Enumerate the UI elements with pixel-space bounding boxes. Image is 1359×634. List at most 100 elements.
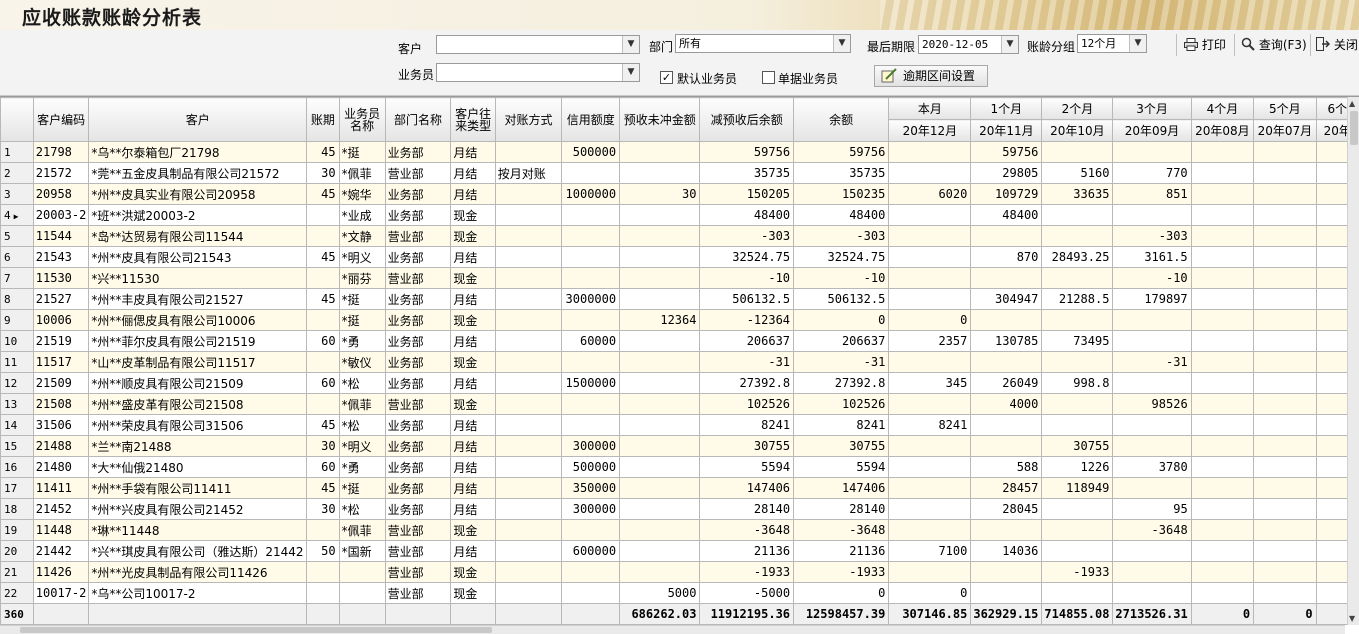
customer-cell[interactable]: *州**盛皮革有限公司21508 — [88, 393, 308, 415]
period-cell[interactable] — [1041, 267, 1114, 289]
period-cell[interactable] — [1190, 309, 1255, 331]
horizontal-scrollbar[interactable] — [0, 625, 1345, 634]
period-cell[interactable] — [1190, 582, 1255, 604]
customer-cell[interactable]: *莞**五金皮具制品有限公司21572 — [88, 162, 308, 184]
period-cell[interactable] — [1190, 204, 1255, 226]
balance-cell[interactable]: 506132.5 — [793, 288, 890, 310]
department-cell[interactable]: 业务部 — [384, 456, 452, 478]
period-cell[interactable]: 0 — [888, 309, 972, 331]
row-number[interactable]: 16 — [0, 456, 34, 478]
balance-cell[interactable]: 27392.8 — [793, 372, 890, 394]
balance-cell[interactable]: 28140 — [793, 498, 890, 520]
period-cell[interactable] — [1112, 141, 1192, 163]
prepaid-cell[interactable]: 12364 — [619, 309, 701, 331]
reconcile-method-cell[interactable] — [494, 435, 563, 457]
balance-after-prepaid-cell[interactable]: 102526 — [699, 393, 795, 415]
period-cell[interactable] — [1190, 561, 1255, 583]
department-cell[interactable]: 业务部 — [384, 204, 452, 226]
table-row[interactable]: 5 11544 *岛**达贸易有限公司11544 *文静 营业部 现金 -303 -303 -3… — [0, 225, 1359, 247]
department-cell[interactable]: 营业部 — [384, 267, 452, 289]
balance-cell[interactable]: 59756 — [793, 141, 890, 163]
period-cell[interactable] — [1041, 204, 1114, 226]
reconcile-method-cell[interactable] — [494, 477, 563, 499]
term-cell[interactable] — [306, 225, 340, 247]
term-cell[interactable]: 45 — [306, 141, 340, 163]
department-select[interactable]: 所有 ▼ — [675, 34, 851, 53]
period-cell[interactable] — [1253, 561, 1317, 583]
period-cell[interactable]: 179897 — [1112, 288, 1192, 310]
term-cell[interactable] — [306, 561, 340, 583]
period-cell[interactable]: 33635 — [1041, 183, 1114, 205]
customer-type-cell[interactable]: 现金 — [450, 351, 496, 373]
period-cell[interactable] — [1190, 414, 1255, 436]
customer-cell[interactable]: *州**皮具有限公司21543 — [88, 246, 308, 268]
row-number[interactable]: 9 — [0, 309, 34, 331]
salesperson-cell[interactable]: *明义 — [338, 246, 386, 268]
balance-cell[interactable]: -31 — [793, 351, 890, 373]
period-cell[interactable] — [1041, 414, 1114, 436]
period-cell[interactable] — [888, 162, 972, 184]
period-cell[interactable] — [970, 309, 1043, 331]
term-cell[interactable]: 30 — [306, 498, 340, 520]
customer-cell[interactable]: *乌**尔泰箱包厂21798 — [88, 141, 308, 163]
customer-code-cell[interactable]: 20003-2 — [32, 204, 90, 226]
period-cell[interactable] — [1190, 540, 1255, 562]
period-cell[interactable] — [1253, 351, 1317, 373]
prepaid-cell[interactable] — [619, 330, 701, 352]
customer-code-cell[interactable]: 11426 — [32, 561, 90, 583]
period-cell[interactable] — [1253, 372, 1317, 394]
period-cell[interactable] — [888, 204, 972, 226]
customer-cell[interactable]: *州**皮具实业有限公司20958 — [88, 183, 308, 205]
balance-after-prepaid-cell[interactable]: 35735 — [699, 162, 795, 184]
period-cell[interactable] — [1253, 393, 1317, 415]
period-cell[interactable] — [888, 435, 972, 457]
table-row[interactable]: 16 21480 *大**仙俄21480 60 *勇 业务部 月结 500000 5594 559… — [0, 456, 1359, 478]
header-prepaid-unoffset[interactable]: 预收未冲金额 — [619, 97, 701, 142]
customer-select[interactable]: ▼ — [436, 35, 640, 54]
customer-type-cell[interactable]: 月结 — [450, 435, 496, 457]
period-cell[interactable] — [970, 267, 1043, 289]
customer-cell[interactable]: *班**洪斌20003-2 — [88, 204, 308, 226]
header-period-top[interactable]: 3个月 — [1112, 97, 1192, 120]
period-cell[interactable] — [1190, 246, 1255, 268]
customer-code-cell[interactable]: 11411 — [32, 477, 90, 499]
salesperson-cell[interactable]: *挺 — [338, 309, 386, 331]
table-row[interactable]: 18 21452 *州**兴皮具有限公司21452 30 *松 业务部 月结 300000 28… — [0, 498, 1359, 520]
balance-cell[interactable]: 30755 — [793, 435, 890, 457]
row-number[interactable]: 19 — [0, 519, 34, 541]
close-button[interactable]: 关闭 — [1312, 34, 1358, 56]
salesperson-cell[interactable]: *明义 — [338, 435, 386, 457]
prepaid-cell[interactable] — [619, 414, 701, 436]
print-button[interactable]: 打印 — [1180, 34, 1226, 56]
customer-type-cell[interactable]: 月结 — [450, 288, 496, 310]
credit-limit-cell[interactable] — [561, 246, 621, 268]
credit-limit-cell[interactable]: 1500000 — [561, 372, 621, 394]
balance-cell[interactable]: 35735 — [793, 162, 890, 184]
period-cell[interactable] — [1041, 351, 1114, 373]
table-row[interactable]: 11 11517 *山**皮革制品有限公司11517 *敏仪 业务部 现金 -31 -31 -3… — [0, 351, 1359, 373]
term-cell[interactable]: 45 — [306, 183, 340, 205]
period-cell[interactable] — [1112, 561, 1192, 583]
table-row[interactable]: 19 11448 *琳**11448 *佩菲 营业部 现金 -3648 -3648 -3648 — [0, 519, 1359, 541]
period-cell[interactable] — [1253, 204, 1317, 226]
period-cell[interactable]: 0 — [888, 582, 972, 604]
reconcile-method-cell[interactable] — [494, 372, 563, 394]
prepaid-cell[interactable] — [619, 288, 701, 310]
term-cell[interactable]: 45 — [306, 477, 340, 499]
balance-after-prepaid-cell[interactable]: -1933 — [699, 561, 795, 583]
period-cell[interactable]: 588 — [970, 456, 1043, 478]
row-number[interactable]: 18 — [0, 498, 34, 520]
customer-type-cell[interactable]: 现金 — [450, 267, 496, 289]
customer-type-cell[interactable]: 月结 — [450, 540, 496, 562]
customer-code-cell[interactable]: 21519 — [32, 330, 90, 352]
credit-limit-cell[interactable]: 1000000 — [561, 183, 621, 205]
balance-after-prepaid-cell[interactable]: 27392.8 — [699, 372, 795, 394]
prepaid-cell[interactable] — [619, 435, 701, 457]
header-department[interactable]: 部门名称 — [384, 97, 452, 142]
period-cell[interactable]: 48400 — [970, 204, 1043, 226]
salesperson-cell[interactable]: *文静 — [338, 225, 386, 247]
period-cell[interactable]: -1933 — [1041, 561, 1114, 583]
prepaid-cell[interactable] — [619, 141, 701, 163]
credit-limit-cell[interactable] — [561, 162, 621, 184]
balance-cell[interactable]: 0 — [793, 582, 890, 604]
